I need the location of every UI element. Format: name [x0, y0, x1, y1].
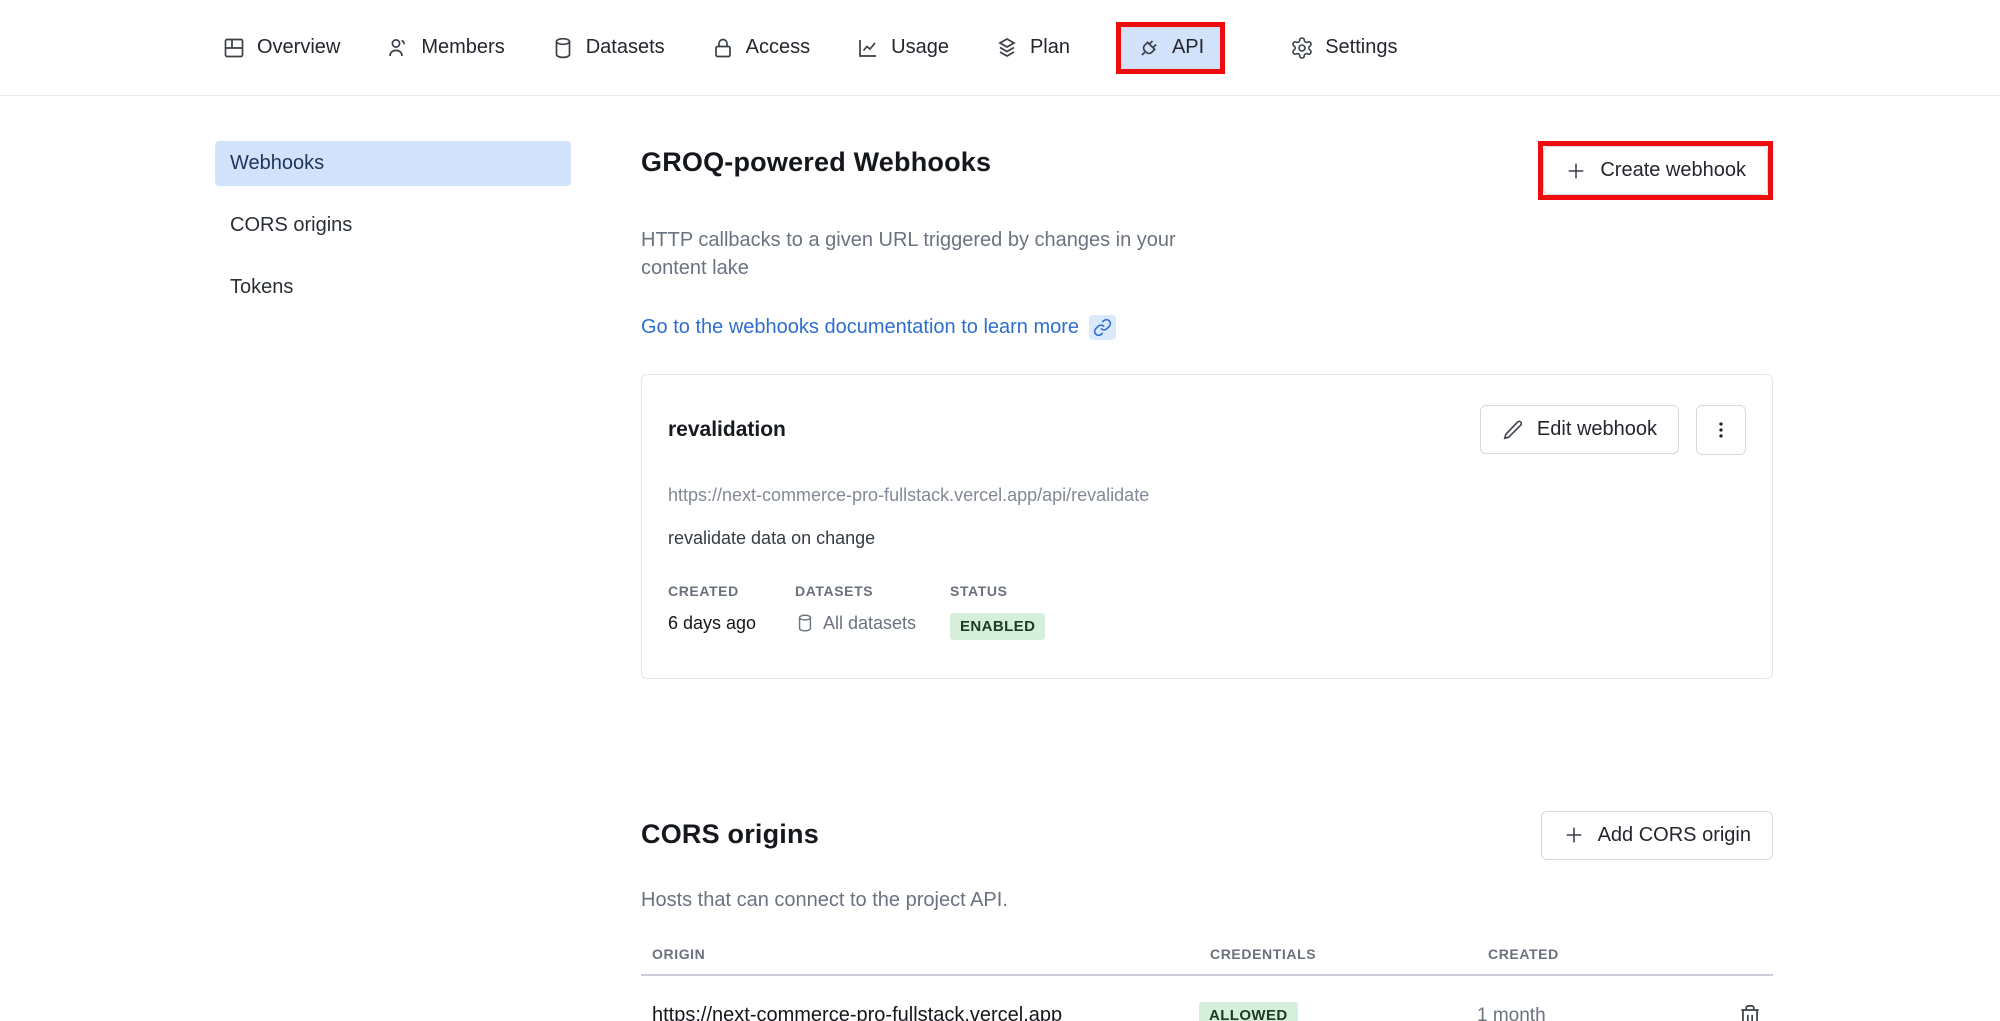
created-value: 6 days ago — [668, 613, 795, 634]
tab-settings[interactable]: Settings — [1290, 36, 1397, 60]
page-title: GROQ-powered Webhooks — [641, 147, 991, 178]
plan-layers-icon — [995, 36, 1019, 60]
tab-plan[interactable]: Plan — [995, 36, 1070, 60]
webhook-menu-button[interactable] — [1696, 405, 1746, 455]
create-webhook-button[interactable]: Create webhook — [1543, 146, 1768, 195]
sidebar-item-tokens[interactable]: Tokens — [215, 265, 571, 310]
sidebar-item-webhooks[interactable]: Webhooks — [215, 141, 571, 186]
create-webhook-label: Create webhook — [1600, 159, 1746, 182]
tab-api[interactable]: API — [1121, 27, 1220, 69]
tab-label: Members — [421, 36, 504, 59]
tab-label: Overview — [257, 36, 340, 59]
column-header-created: CREATED — [1477, 946, 1705, 962]
api-plug-icon — [1132, 31, 1166, 65]
created-cell: 1 month — [1477, 1005, 1705, 1021]
members-icon — [386, 36, 410, 60]
access-lock-icon — [711, 36, 735, 60]
delete-origin-button[interactable] — [1737, 1003, 1763, 1021]
origin-cell: https://next-commerce-pro-fullstack.verc… — [641, 1004, 1199, 1021]
created-label: CREATED — [668, 583, 795, 599]
webhooks-section: GROQ-powered Webhooks Create webhook HTT… — [641, 141, 1773, 679]
credentials-badge: ALLOWED — [1199, 1002, 1298, 1021]
dataset-icon — [795, 613, 815, 633]
add-cors-origin-label: Add CORS origin — [1598, 824, 1751, 847]
kebab-icon — [1710, 419, 1732, 441]
edit-webhook-label: Edit webhook — [1537, 418, 1657, 441]
tab-datasets[interactable]: Datasets — [551, 36, 665, 60]
create-webhook-annotation-box: Create webhook — [1538, 141, 1773, 200]
status-label: STATUS — [950, 583, 1746, 599]
settings-gear-icon — [1290, 36, 1314, 60]
tab-label: API — [1172, 36, 1204, 59]
webhook-meta: CREATED 6 days ago DATASETS All datasets… — [668, 583, 1746, 640]
cors-section: CORS origins Add CORS origin Hosts that … — [641, 811, 1773, 1021]
webhooks-doc-link[interactable]: Go to the webhooks documentation to lear… — [641, 315, 1116, 340]
webhooks-subtitle: HTTP callbacks to a given URL triggered … — [641, 226, 1241, 283]
doc-link-label: Go to the webhooks documentation to lear… — [641, 316, 1079, 339]
table-row: https://next-commerce-pro-fullstack.verc… — [641, 976, 1773, 1021]
tab-overview[interactable]: Overview — [222, 36, 340, 60]
cors-table-header: ORIGIN CREDENTIALS CREATED — [641, 946, 1773, 976]
plus-icon — [1565, 160, 1587, 182]
tab-label: Settings — [1325, 36, 1397, 59]
plus-icon — [1563, 824, 1585, 846]
sidebar: Webhooks CORS origins Tokens — [215, 141, 571, 1021]
tab-label: Access — [746, 36, 810, 59]
datasets-icon — [551, 36, 575, 60]
status-badge: ENABLED — [950, 613, 1045, 640]
add-cors-origin-button[interactable]: Add CORS origin — [1541, 811, 1773, 860]
webhook-card: revalidation Edit webhook https://next-c… — [641, 374, 1773, 679]
tab-label: Plan — [1030, 36, 1070, 59]
tab-label: Usage — [891, 36, 949, 59]
external-link-icon — [1089, 315, 1116, 340]
cors-title: CORS origins — [641, 819, 819, 850]
tab-members[interactable]: Members — [386, 36, 504, 60]
pencil-icon — [1502, 419, 1524, 441]
cors-table: ORIGIN CREDENTIALS CREATED https://next-… — [641, 946, 1773, 1021]
tab-label: Datasets — [586, 36, 665, 59]
edit-webhook-button[interactable]: Edit webhook — [1480, 405, 1679, 454]
datasets-label: DATASETS — [795, 583, 950, 599]
webhook-description: revalidate data on change — [668, 528, 1746, 549]
datasets-value: All datasets — [795, 613, 950, 634]
datasets-value-text: All datasets — [823, 613, 916, 634]
webhook-url: https://next-commerce-pro-fullstack.verc… — [668, 485, 1746, 506]
main-content: GROQ-powered Webhooks Create webhook HTT… — [641, 141, 1773, 1021]
sidebar-item-cors-origins[interactable]: CORS origins — [215, 203, 571, 248]
column-header-credentials: CREDENTIALS — [1199, 946, 1477, 962]
cors-subtitle: Hosts that can connect to the project AP… — [641, 886, 1241, 914]
tab-usage[interactable]: Usage — [856, 36, 949, 60]
overview-grid-icon — [222, 36, 246, 60]
webhook-name: revalidation — [668, 418, 786, 442]
api-tab-annotation-box: API — [1116, 22, 1225, 74]
column-header-origin: ORIGIN — [641, 946, 1199, 962]
usage-chart-icon — [856, 36, 880, 60]
top-nav: Overview Members Datasets Access Usage P… — [0, 0, 2000, 96]
tab-access[interactable]: Access — [711, 36, 810, 60]
trash-icon — [1737, 1003, 1763, 1021]
